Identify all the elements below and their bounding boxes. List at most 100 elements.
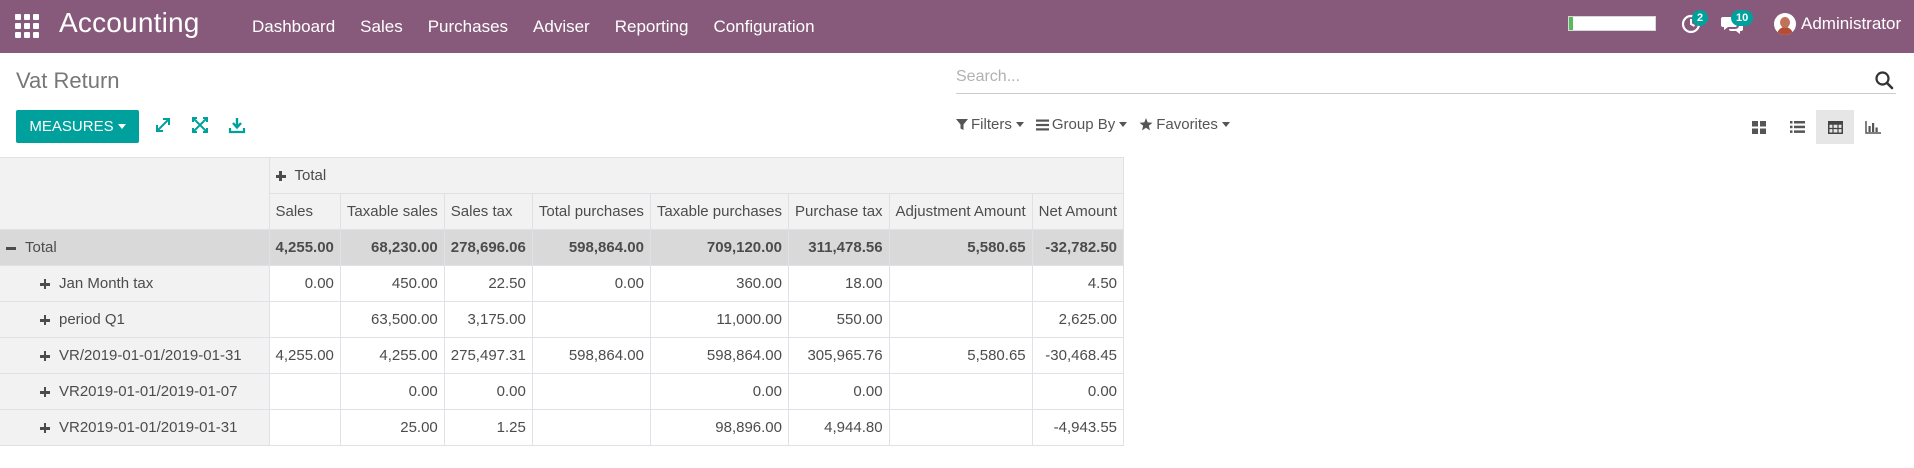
- bars-icon: [1035, 119, 1049, 130]
- cell-value[interactable]: 18.00: [788, 265, 890, 302]
- cell-value[interactable]: 2,625.00: [1031, 301, 1125, 338]
- onboarding-progress-bar[interactable]: [1568, 16, 1656, 31]
- search-options: Filters Group By Favorites: [956, 116, 1242, 133]
- cell-value[interactable]: 305,965.76: [788, 337, 890, 374]
- cell-value[interactable]: 598,864.00: [649, 337, 790, 374]
- cell-value[interactable]: 598,864.00: [531, 229, 651, 266]
- measure-header[interactable]: Sales: [268, 193, 341, 230]
- cell-value[interactable]: 0.00: [531, 265, 651, 302]
- measure-header[interactable]: Total purchases: [531, 193, 651, 230]
- search-icon[interactable]: [1874, 70, 1894, 90]
- search-input[interactable]: [956, 66, 1856, 88]
- pivot-row-header[interactable]: VR2019-01-01/2019-01-31: [0, 409, 270, 446]
- cell-value[interactable]: [888, 265, 1033, 302]
- kanban-view-button[interactable]: [1740, 110, 1778, 144]
- menu-item-dashboard[interactable]: Dashboard: [252, 17, 335, 37]
- pivot-row-header[interactable]: period Q1: [0, 301, 270, 338]
- cell-value[interactable]: 4,255.00: [268, 229, 341, 266]
- cell-value[interactable]: 4,944.80: [788, 409, 890, 446]
- cell-value[interactable]: 709,120.00: [649, 229, 790, 266]
- cell-value[interactable]: 5,580.65: [888, 337, 1033, 374]
- cell-value[interactable]: 0.00: [649, 373, 790, 410]
- cell-value[interactable]: 98,896.00: [649, 409, 790, 446]
- user-name: Administrator: [1801, 14, 1902, 33]
- measure-header[interactable]: Adjustment Amount: [888, 193, 1033, 230]
- list-view-button[interactable]: [1778, 110, 1816, 144]
- cell-value[interactable]: 0.00: [339, 373, 445, 410]
- pivot-row-header[interactable]: Jan Month tax: [0, 265, 270, 302]
- plus-icon: [40, 279, 50, 290]
- measures-dropdown-button[interactable]: MEASURES: [16, 110, 139, 143]
- cell-value[interactable]: [268, 373, 341, 410]
- filters-dropdown[interactable]: Filters: [956, 116, 1024, 133]
- pivot-row: VR2019-01-01/2019-01-07 0.00 0.00 0.00 0…: [0, 373, 1125, 410]
- cell-value[interactable]: 22.50: [443, 265, 533, 302]
- cell-value[interactable]: 4,255.00: [339, 337, 445, 374]
- cell-value[interactable]: 360.00: [649, 265, 790, 302]
- graph-view-button[interactable]: [1854, 110, 1892, 144]
- caret-down-icon: [117, 124, 126, 129]
- cell-value[interactable]: -4,943.55: [1031, 409, 1125, 446]
- measures-label: MEASURES: [29, 118, 114, 135]
- pivot-col-header-total[interactable]: Total: [268, 157, 1125, 194]
- cell-value[interactable]: [888, 409, 1033, 446]
- cell-value[interactable]: [888, 373, 1033, 410]
- groupby-dropdown[interactable]: Group By: [1035, 116, 1128, 133]
- menu-item-purchases[interactable]: Purchases: [428, 17, 508, 37]
- pivot-row-header[interactable]: VR/2019-01-01/2019-01-31: [0, 337, 270, 374]
- measure-header[interactable]: Taxable purchases: [649, 193, 790, 230]
- user-menu[interactable]: Administrator: [1774, 13, 1901, 35]
- cell-value[interactable]: -30,468.45: [1031, 337, 1125, 374]
- menu-item-adviser[interactable]: Adviser: [533, 17, 590, 37]
- cell-value[interactable]: 311,478.56: [788, 229, 890, 266]
- cell-value[interactable]: 5,580.65: [888, 229, 1033, 266]
- caret-down-icon: [1221, 122, 1230, 127]
- menu-item-reporting[interactable]: Reporting: [615, 17, 689, 37]
- measure-header[interactable]: Net Amount: [1031, 193, 1125, 230]
- pivot-table: Total Sales Taxable sales Sales tax Tota…: [0, 157, 1125, 446]
- cell-value[interactable]: 4.50: [1031, 265, 1125, 302]
- cell-value[interactable]: 0.00: [1031, 373, 1125, 410]
- cell-value[interactable]: [531, 301, 651, 338]
- expand-arrows-icon[interactable]: [154, 116, 172, 134]
- cell-value[interactable]: 68,230.00: [339, 229, 445, 266]
- caret-down-icon: [1119, 122, 1128, 127]
- cell-value[interactable]: [531, 409, 651, 446]
- cell-value[interactable]: 63,500.00: [339, 301, 445, 338]
- cell-value[interactable]: 0.00: [268, 265, 341, 302]
- cell-value[interactable]: [268, 409, 341, 446]
- cell-value[interactable]: 0.00: [788, 373, 890, 410]
- measure-header[interactable]: Taxable sales: [339, 193, 445, 230]
- cell-value[interactable]: [531, 373, 651, 410]
- apps-grid-icon[interactable]: [15, 14, 39, 38]
- cell-value[interactable]: 4,255.00: [268, 337, 341, 374]
- star-icon: [1139, 118, 1153, 131]
- measure-header[interactable]: Purchase tax: [788, 193, 890, 230]
- cell-value[interactable]: [888, 301, 1033, 338]
- cell-value[interactable]: 3,175.00: [443, 301, 533, 338]
- cell-value[interactable]: 550.00: [788, 301, 890, 338]
- pivot-view-button[interactable]: [1816, 110, 1854, 144]
- cell-value[interactable]: 25.00: [339, 409, 445, 446]
- favorites-dropdown[interactable]: Favorites: [1139, 116, 1230, 133]
- cell-value[interactable]: 0.00: [443, 373, 533, 410]
- measure-header[interactable]: Sales tax: [443, 193, 533, 230]
- minus-icon: [6, 243, 16, 253]
- menu-item-configuration[interactable]: Configuration: [713, 17, 814, 37]
- cell-value[interactable]: 1.25: [443, 409, 533, 446]
- pivot-row-header-total[interactable]: Total: [0, 229, 270, 266]
- cell-value[interactable]: 598,864.00: [531, 337, 651, 374]
- cell-value[interactable]: [268, 301, 341, 338]
- cell-value[interactable]: 11,000.00: [649, 301, 790, 338]
- cell-value[interactable]: -32,782.50: [1031, 229, 1125, 266]
- favorites-label: Favorites: [1156, 116, 1218, 133]
- menu-item-sales[interactable]: Sales: [360, 17, 403, 37]
- cell-value[interactable]: 450.00: [339, 265, 445, 302]
- download-icon[interactable]: [228, 116, 246, 134]
- collapse-icon[interactable]: [191, 116, 209, 134]
- filter-funnel-icon: [956, 118, 968, 130]
- pivot-row-header[interactable]: VR2019-01-01/2019-01-07: [0, 373, 270, 410]
- pivot-row: VR2019-01-01/2019-01-31 25.00 1.25 98,89…: [0, 409, 1125, 446]
- cell-value[interactable]: 275,497.31: [443, 337, 533, 374]
- cell-value[interactable]: 278,696.06: [443, 229, 533, 266]
